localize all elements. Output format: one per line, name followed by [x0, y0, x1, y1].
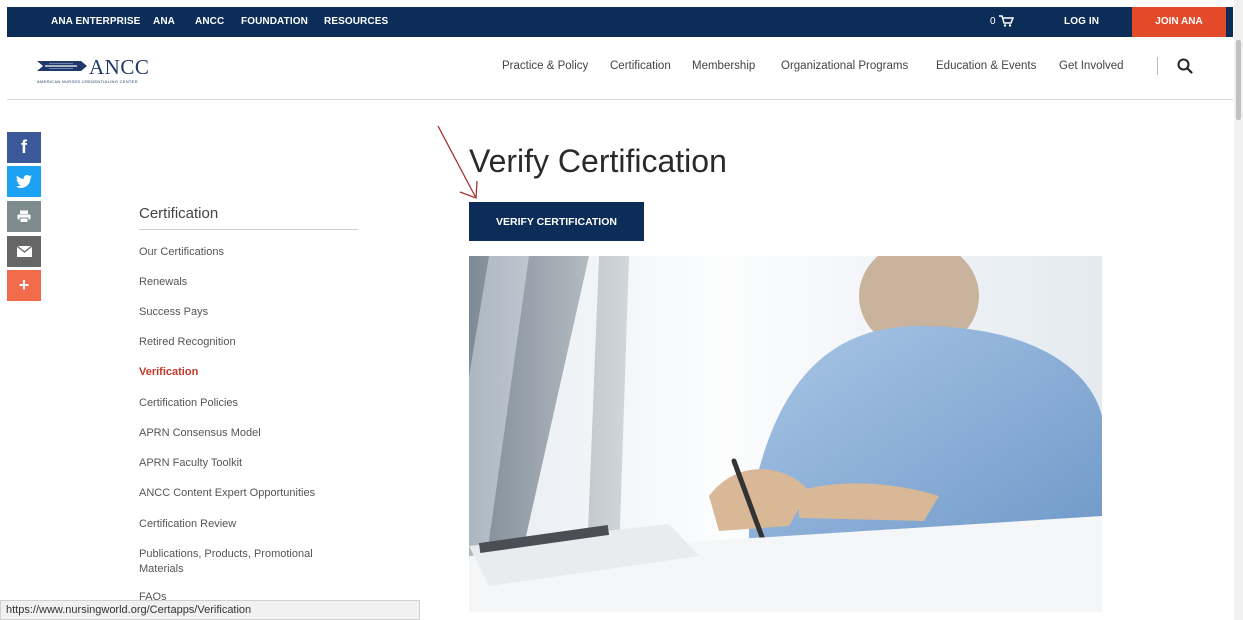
photo-illustration: [469, 256, 1102, 612]
nav-education-events[interactable]: Education & Events: [936, 60, 1036, 72]
nav-practice-policy[interactable]: Practice & Policy: [502, 60, 588, 72]
nav-membership[interactable]: Membership: [692, 60, 755, 72]
email-icon: [16, 246, 32, 257]
ancc-logo[interactable]: ANCC AMERICAN NURSES CREDENTIALING CENTE…: [37, 55, 177, 85]
share-twitter-button[interactable]: [7, 166, 41, 197]
nav-get-involved[interactable]: Get Involved: [1059, 60, 1124, 72]
logo-subtitle: AMERICAN NURSES CREDENTIALING CENTER: [37, 79, 138, 84]
facebook-icon: f: [21, 137, 27, 157]
sidebar-title: Certification: [139, 205, 219, 222]
sidebar-item-renewals[interactable]: Renewals: [139, 275, 187, 290]
topbar-link-resources[interactable]: RESOURCES: [324, 7, 388, 37]
sidebar-divider: [139, 229, 358, 230]
hero-photo: [469, 256, 1102, 612]
page-scrollbar[interactable]: [1234, 0, 1243, 620]
sidebar-item-aprn-consensus-model[interactable]: APRN Consensus Model: [139, 426, 261, 441]
ancc-logo-mark: [37, 61, 87, 71]
cart-button[interactable]: 0: [990, 7, 1015, 37]
share-email-button[interactable]: [7, 236, 41, 267]
share-more-button[interactable]: +: [7, 270, 41, 301]
sidebar-item-success-pays[interactable]: Success Pays: [139, 305, 208, 320]
sidebar-item-content-expert[interactable]: ANCC Content Expert Opportunities: [139, 486, 315, 501]
nav-certification[interactable]: Certification: [610, 60, 671, 72]
login-link[interactable]: LOG IN: [1064, 7, 1099, 37]
join-ana-button[interactable]: JOIN ANA: [1132, 7, 1226, 37]
share-facebook-button[interactable]: f: [7, 132, 41, 163]
sidebar-item-our-certifications[interactable]: Our Certifications: [139, 245, 224, 260]
topbar-link-ancc[interactable]: ANCC: [195, 7, 224, 37]
scrollbar-thumb[interactable]: [1236, 40, 1241, 120]
topbar-link-foundation[interactable]: FOUNDATION: [241, 7, 308, 37]
topbar-link-ana-enterprise[interactable]: ANA ENTERPRISE: [51, 7, 140, 37]
sidebar-item-aprn-faculty-toolkit[interactable]: APRN Faculty Toolkit: [139, 456, 242, 471]
share-print-button[interactable]: [7, 201, 41, 232]
nav-organizational-programs[interactable]: Organizational Programs: [781, 60, 908, 72]
page-title: Verify Certification: [469, 143, 727, 179]
cart-count: 0: [990, 16, 996, 27]
twitter-icon: [16, 175, 32, 188]
main-header: ANCC AMERICAN NURSES CREDENTIALING CENTE…: [7, 37, 1233, 100]
topbar-link-ana[interactable]: ANA: [153, 7, 175, 37]
cart-icon: [999, 15, 1015, 28]
sidebar-item-publications[interactable]: Publications, Products, Promotional Mate…: [139, 547, 349, 577]
verify-certification-button[interactable]: VERIFY CERTIFICATION: [469, 202, 644, 241]
sidebar-item-retired-recognition[interactable]: Retired Recognition: [139, 335, 236, 350]
search-icon[interactable]: [1176, 57, 1194, 75]
sidebar-item-verification[interactable]: Verification: [139, 365, 198, 380]
logo-wordmark: ANCC: [89, 55, 150, 79]
nav-divider: [1157, 57, 1158, 75]
sidebar-item-certification-review[interactable]: Certification Review: [139, 517, 236, 532]
print-icon: [17, 210, 31, 223]
annotation-arrow: [437, 125, 478, 199]
plus-icon: +: [18, 275, 30, 295]
status-url-bar: https://www.nursingworld.org/Certapps/Ve…: [0, 600, 420, 620]
top-utility-bar: ANA ENTERPRISE ANA ANCC FOUNDATION RESOU…: [7, 7, 1233, 37]
sidebar-item-certification-policies[interactable]: Certification Policies: [139, 396, 238, 411]
